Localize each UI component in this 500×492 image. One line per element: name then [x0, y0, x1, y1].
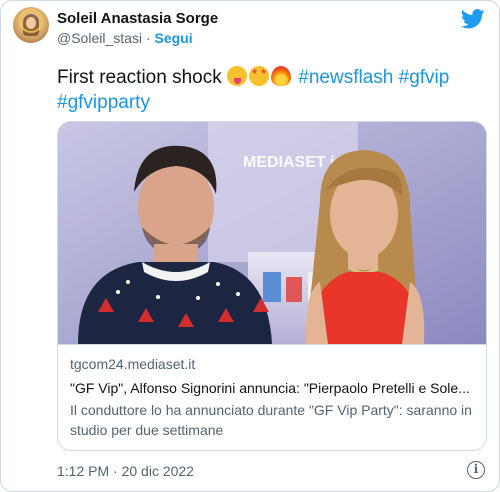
info-icon[interactable]: i	[467, 461, 485, 479]
hashtag-gfvip[interactable]: #gfvip	[399, 67, 450, 88]
card-description: Il conduttore lo ha annunciato durante "…	[70, 402, 472, 438]
author-handle-row: @Soleil_stasi · Segui	[57, 30, 193, 46]
follow-link[interactable]: Segui	[154, 30, 192, 46]
card-photo-illustration: MEDIASET infinity	[58, 122, 486, 344]
card-title[interactable]: "GF Vip", Alfonso Signorini annuncia: "P…	[70, 378, 476, 398]
squinting-tongue-emoji-icon	[227, 66, 248, 86]
card-image[interactable]: MEDIASET infinity	[58, 122, 486, 344]
fire-emoji-icon	[271, 66, 292, 86]
author-name[interactable]: Soleil Anastasia Sorge	[57, 10, 218, 27]
twitter-bird-icon[interactable]	[461, 9, 485, 29]
link-card[interactable]: MEDIASET infinity tgcom24.mediaset.it "G…	[57, 121, 487, 451]
avatar[interactable]	[13, 7, 49, 43]
tweet-text-prefix: First reaction shock	[57, 67, 222, 88]
card-domain: tgcom24.mediaset.it	[70, 356, 196, 372]
author-handle[interactable]: @Soleil_stasi	[57, 30, 142, 46]
tweet-timestamp[interactable]: 1:12 PM · 20 dic 2022	[57, 463, 194, 479]
separator-dot: ·	[145, 30, 151, 46]
tweet-text: First reaction shock #newsflash #gfvip #…	[57, 65, 487, 115]
star-struck-emoji-icon	[249, 66, 270, 86]
card-body[interactable]: tgcom24.mediaset.it "GF Vip", Alfonso Si…	[58, 344, 486, 450]
hashtag-newsflash[interactable]: #newsflash	[298, 67, 393, 88]
tweet-embed: Soleil Anastasia Sorge @Soleil_stasi · S…	[0, 0, 500, 492]
hashtag-gfvipparty[interactable]: #gfvipparty	[57, 92, 150, 113]
